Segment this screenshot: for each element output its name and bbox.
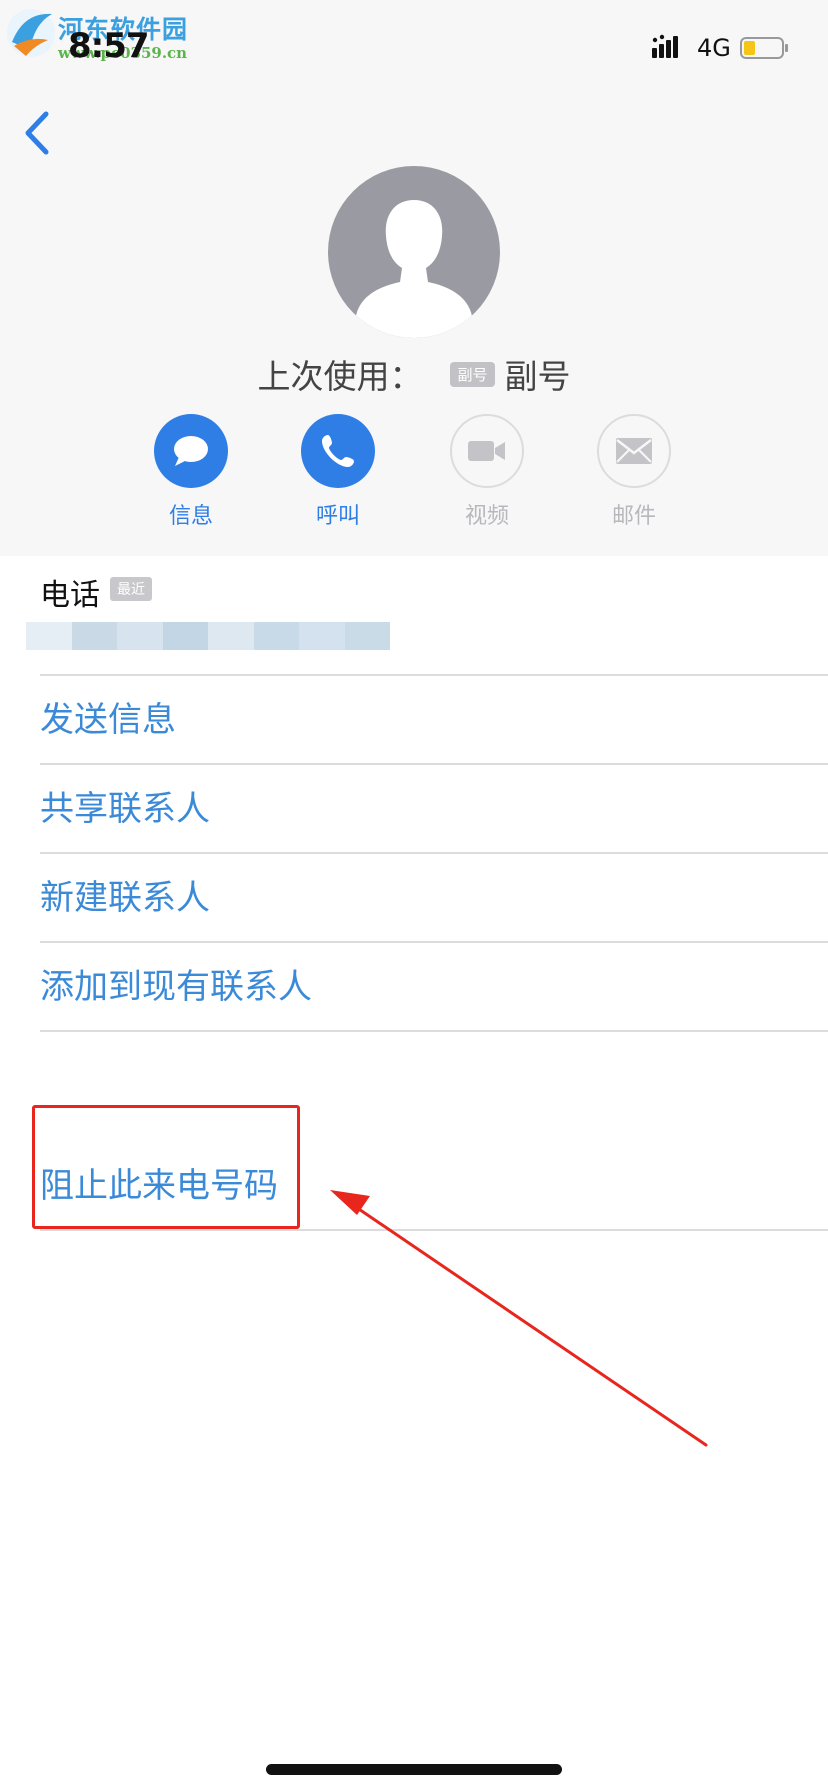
phone-number-row[interactable]: 电话 最近 (0, 556, 828, 676)
list-divider (40, 1030, 828, 1032)
last-used-label: 上次使用： (257, 357, 423, 396)
call-action-label: 呼叫 (315, 504, 360, 529)
network-type: 4G (697, 34, 731, 62)
highlight-box (32, 1105, 300, 1229)
list-divider (40, 1229, 828, 1231)
last-used-line: 上次使用： 副号 副号 (0, 350, 828, 398)
mail-action-circle[interactable] (597, 414, 671, 488)
call-action-button[interactable]: 呼叫 (283, 414, 393, 534)
back-button[interactable] (18, 108, 58, 158)
send-message-item[interactable]: 发送信息 (40, 676, 828, 764)
contact-header: 河东软件园 www.pc0359.cn 8:57 4G 上次使用： 副号 副号 … (0, 0, 828, 556)
last-used-line-name: 副号 (504, 357, 571, 396)
call-action-circle[interactable] (301, 414, 375, 488)
phone-label: 电话 (40, 578, 100, 613)
phone-number-redacted (26, 622, 390, 650)
create-new-contact-item[interactable]: 新建联系人 (40, 854, 828, 942)
message-action-circle[interactable] (154, 414, 228, 488)
mail-action-label: 邮件 (611, 504, 656, 529)
message-icon (174, 436, 208, 466)
video-action-label: 视频 (464, 504, 509, 529)
add-to-existing-contact-item[interactable]: 添加到现有联系人 (40, 943, 828, 1031)
mail-icon (616, 438, 652, 464)
message-action-button[interactable]: 信息 (136, 414, 246, 534)
video-action-circle[interactable] (450, 414, 524, 488)
battery-icon (740, 37, 788, 59)
sim-badge: 副号 (450, 361, 495, 387)
signal-strength-icon (652, 34, 678, 58)
person-silhouette-icon (356, 200, 472, 338)
watermark-logo-icon (7, 9, 55, 57)
video-action-button[interactable]: 视频 (432, 414, 542, 534)
recent-badge: 最近 (110, 577, 152, 601)
contact-detail-screen: 河东软件园 www.pc0359.cn 8:57 4G 上次使用： 副号 副号 … (0, 0, 828, 1792)
avatar (328, 166, 500, 338)
share-contact-item[interactable]: 共享联系人 (40, 765, 828, 853)
phone-icon (322, 435, 354, 467)
mail-action-button[interactable]: 邮件 (579, 414, 689, 534)
status-time: 8:57 (68, 26, 150, 66)
chevron-left-icon (25, 111, 49, 155)
message-action-label: 信息 (168, 504, 213, 529)
video-icon (468, 441, 505, 461)
home-indicator[interactable] (266, 1764, 562, 1775)
